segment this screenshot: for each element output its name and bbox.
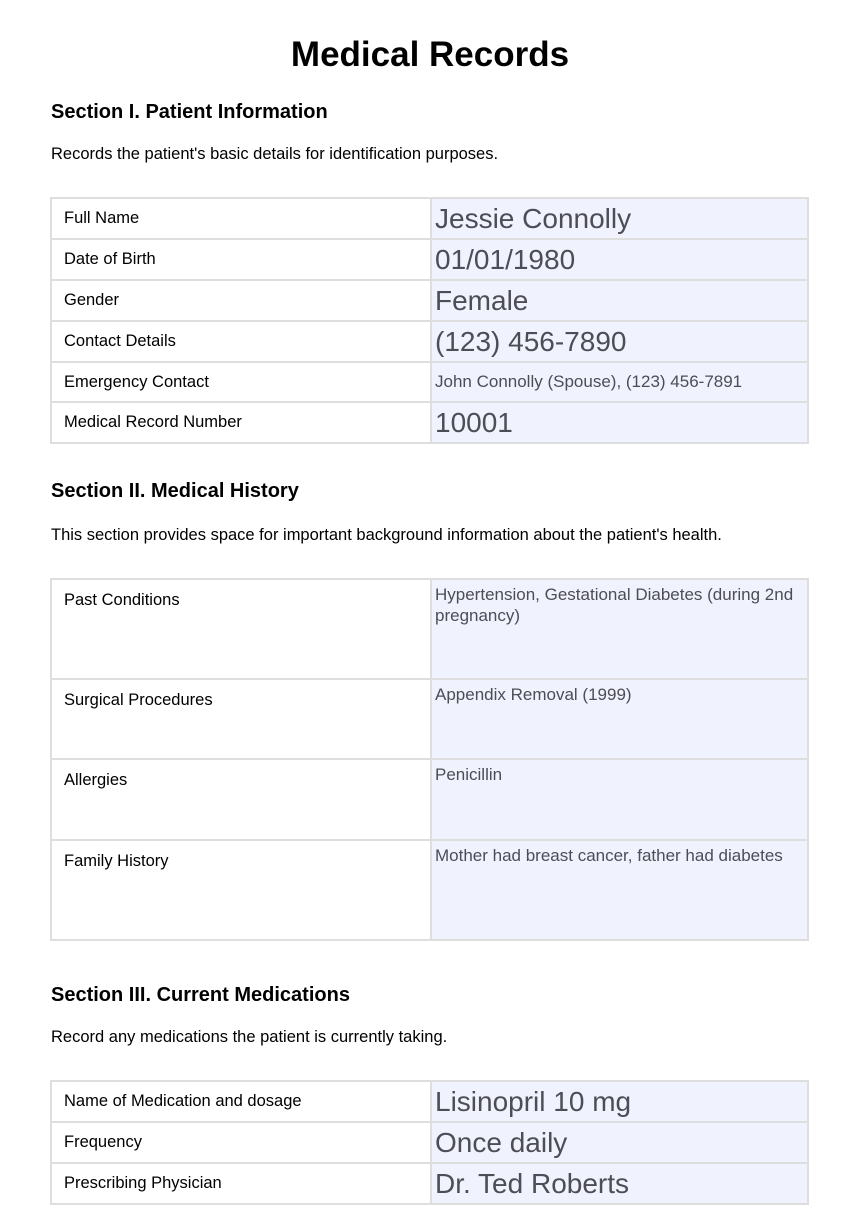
emergency-contact-value: John Connolly (Spouse), (123) 456-7891: [435, 372, 743, 391]
contact-details-label: Contact Details: [50, 320, 432, 363]
section-2-description: This section provides space for importan…: [51, 526, 722, 544]
full-name-field[interactable]: Jessie Connolly: [430, 197, 809, 240]
surgical-procedures-label: Surgical Procedures: [50, 678, 432, 760]
medication-name-field[interactable]: Lisinopril 10 mg: [430, 1080, 809, 1123]
table-row: Gender Female: [50, 279, 809, 322]
page-title: Medical Records: [290, 35, 570, 74]
family-history-label: Family History: [50, 839, 432, 941]
allergies-value: Penicillin: [435, 765, 503, 784]
table-row: Medical Record Number 10001: [50, 401, 809, 444]
frequency-value: Once daily: [435, 1127, 568, 1158]
emergency-contact-label: Emergency Contact: [50, 361, 432, 403]
section-3-description: Record any medications the patient is cu…: [51, 1028, 448, 1046]
contact-details-field[interactable]: (123) 456-7890: [430, 320, 809, 363]
section-1-description: Records the patient's basic details for …: [51, 145, 499, 163]
table-row: Name of Medication and dosage Lisinopril…: [50, 1080, 809, 1123]
table-row: Frequency Once daily: [50, 1121, 809, 1164]
medication-name-label: Name of Medication and dosage: [50, 1080, 432, 1123]
family-history-value: Mother had breast cancer, father had dia…: [435, 846, 783, 865]
gender-label: Gender: [50, 279, 432, 322]
emergency-contact-field[interactable]: John Connolly (Spouse), (123) 456-7891: [430, 361, 809, 403]
past-conditions-field[interactable]: Hypertension, Gestational Diabetes (duri…: [430, 578, 809, 680]
frequency-label: Frequency: [50, 1121, 432, 1164]
date-of-birth-field[interactable]: 01/01/1980: [430, 238, 809, 281]
table-row: Past Conditions Hypertension, Gestationa…: [50, 578, 809, 680]
section-1-heading: Section I. Patient Information: [51, 101, 328, 123]
past-conditions-value: Hypertension, Gestational Diabetes (duri…: [435, 585, 794, 625]
surgical-procedures-field[interactable]: Appendix Removal (1999): [430, 678, 809, 760]
section-2-heading: Section II. Medical History: [51, 480, 299, 502]
table-row: Emergency Contact John Connolly (Spouse)…: [50, 361, 809, 403]
gender-value: Female: [435, 285, 529, 316]
section-3-heading: Section III. Current Medications: [51, 984, 350, 1006]
contact-details-value: (123) 456-7890: [435, 326, 627, 357]
prescribing-physician-label: Prescribing Physician: [50, 1162, 432, 1205]
medication-name-value: Lisinopril 10 mg: [435, 1086, 632, 1117]
table-row: Surgical Procedures Appendix Removal (19…: [50, 678, 809, 760]
table-row: Contact Details (123) 456-7890: [50, 320, 809, 363]
allergies-label: Allergies: [50, 758, 432, 841]
prescribing-physician-value: Dr. Ted Roberts: [435, 1168, 630, 1199]
past-conditions-label: Past Conditions: [50, 578, 432, 680]
frequency-field[interactable]: Once daily: [430, 1121, 809, 1164]
table-row: Allergies Penicillin: [50, 758, 809, 841]
date-of-birth-value: 01/01/1980: [435, 244, 576, 275]
current-medications-table: Name of Medication and dosage Lisinopril…: [50, 1080, 809, 1205]
full-name-label: Full Name: [50, 197, 432, 240]
table-row: Full Name Jessie Connolly: [50, 197, 809, 240]
medical-record-number-value: 10001: [435, 407, 513, 438]
surgical-procedures-value: Appendix Removal (1999): [435, 685, 632, 704]
table-row: Family History Mother had breast cancer,…: [50, 839, 809, 941]
table-row: Prescribing Physician Dr. Ted Roberts: [50, 1162, 809, 1205]
gender-field[interactable]: Female: [430, 279, 809, 322]
allergies-field[interactable]: Penicillin: [430, 758, 809, 841]
family-history-field[interactable]: Mother had breast cancer, father had dia…: [430, 839, 809, 941]
patient-information-table: Full Name Jessie Connolly Date of Birth …: [50, 197, 809, 444]
date-of-birth-label: Date of Birth: [50, 238, 432, 281]
medical-history-table: Past Conditions Hypertension, Gestationa…: [50, 578, 809, 941]
prescribing-physician-field[interactable]: Dr. Ted Roberts: [430, 1162, 809, 1205]
medical-record-number-field[interactable]: 10001: [430, 401, 809, 444]
table-row: Date of Birth 01/01/1980: [50, 238, 809, 281]
full-name-value: Jessie Connolly: [435, 203, 632, 234]
medical-record-number-label: Medical Record Number: [50, 401, 432, 444]
